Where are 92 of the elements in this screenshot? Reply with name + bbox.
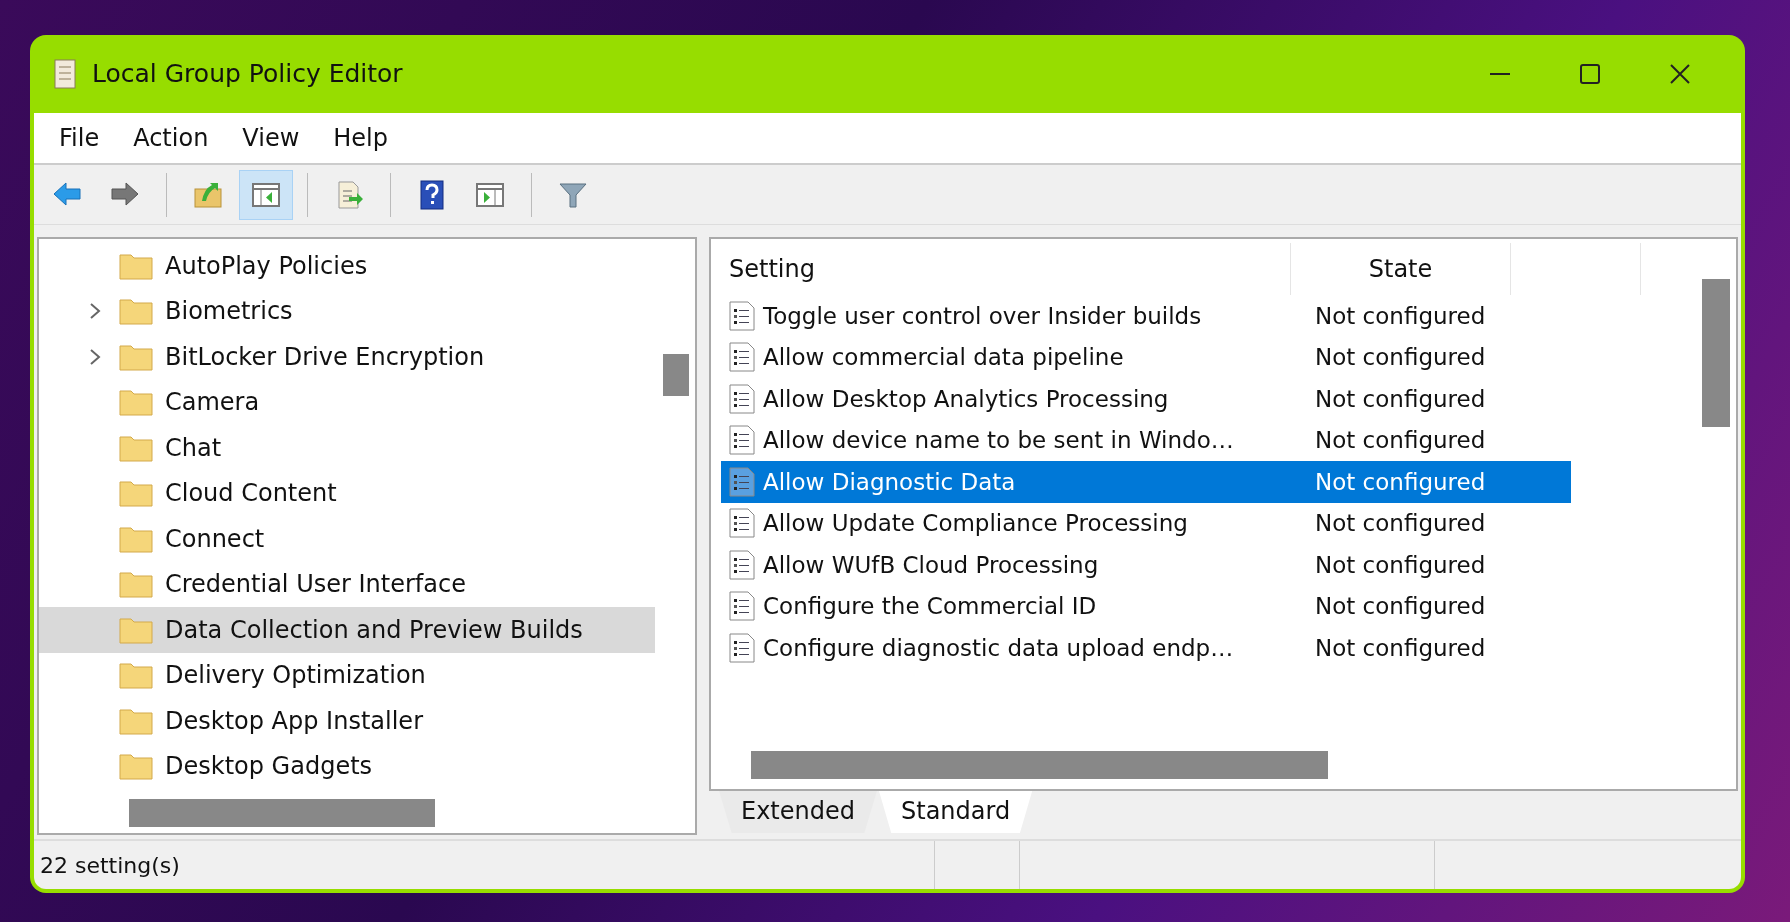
folder-icon [119,479,153,508]
policy-document-icon [729,300,755,331]
menu-item[interactable]: Help [316,120,405,156]
tree-item[interactable]: Camera [39,379,655,425]
folder-icon [119,661,153,690]
setting-state: Not configured [1314,384,1487,414]
menu-item[interactable]: View [225,120,317,156]
table-row[interactable]: Toggle user control over Insider builds Not configured [721,295,1571,337]
folder-icon [119,752,153,781]
setting-name: Allow WUfB Cloud Processing [763,550,1099,580]
table-row[interactable]: Allow device name to be sent in Windo… Not configured [721,419,1571,461]
folder-icon [119,433,153,462]
tree-label: Biometrics [165,296,293,328]
tree-label: Chat [165,432,222,464]
menu-item[interactable]: File [42,120,117,156]
table-row[interactable]: Allow Desktop Analytics Processing Not configured [721,378,1571,420]
setting-name: Allow Diagnostic Data [763,467,1016,497]
folder-icon [119,524,153,553]
scrollbar-thumb[interactable] [751,751,1328,779]
table-row[interactable]: Allow Update Compliance Processing Not configured [721,502,1571,544]
policy-document-icon [729,591,755,622]
setting-state: Not configured [1314,426,1487,455]
tree-item[interactable]: Data Collection and Preview Builds [39,607,655,653]
menu-item[interactable]: Action [116,120,226,156]
folder-icon [119,615,153,644]
tree-label: Cloud Content [165,478,337,510]
folder-icon [119,388,153,417]
tree-item[interactable]: Biometrics [39,288,655,334]
table-row[interactable]: Allow Diagnostic Data Not configured [721,461,1571,503]
policy-document-icon [729,632,755,663]
setting-name: Allow device name to be sent in Windo… [763,426,1234,455]
folder-icon [119,251,153,280]
tree-item[interactable]: Desktop App Installer [39,698,655,744]
tree-label: Data Collection and Preview Builds [165,614,583,646]
window-title: Local Group Policy Editor [92,58,403,91]
tree-label: Connect [165,523,265,555]
setting-state: Not configured [1314,301,1487,331]
setting-name: Allow Desktop Analytics Processing [763,384,1169,414]
policy-document-icon [729,466,755,497]
setting-name: Configure the Commercial ID [763,592,1097,621]
scrollbar-thumb[interactable] [1702,279,1730,427]
policy-document-icon [729,549,755,580]
expand-chevron-icon[interactable] [89,302,101,321]
policy-document-icon [729,508,755,539]
tree-item[interactable]: Cloud Content [39,470,655,516]
close-icon [1670,64,1690,84]
column-header[interactable]: State [1368,251,1433,287]
expand-chevron-icon[interactable] [89,347,101,366]
minimize-icon [1490,73,1510,75]
tree-label: Desktop App Installer [165,705,423,737]
tree-item[interactable]: Delivery Optimization [39,652,655,698]
tab[interactable]: Standard [879,791,1033,833]
maximize-icon [1580,64,1600,84]
table-row[interactable]: Configure diagnostic data upload endp… Not configured [721,627,1571,669]
setting-state: Not configured [1314,343,1487,372]
folder-icon [119,342,153,371]
tree-item[interactable]: Chat [39,425,655,471]
setting-name: Allow Update Compliance Processing [763,509,1188,538]
folder-icon [119,297,153,326]
setting-name: Allow commercial data pipeline [763,343,1124,372]
tree-label: AutoPlay Policies [165,250,368,282]
table-row[interactable]: Configure the Commercial ID Not configured [721,585,1571,627]
policy-document-icon [729,342,755,373]
tree-item[interactable]: BitLocker Drive Encryption [39,334,655,380]
setting-state: Not configured [1314,509,1487,538]
setting-state: Not configured [1314,467,1487,497]
folder-icon [119,706,153,735]
policy-document-icon [729,383,755,414]
tree-item[interactable]: Credential User Interface [39,561,655,607]
tree-label: BitLocker Drive Encryption [165,341,485,373]
tree-item[interactable]: AutoPlay Policies [39,243,655,289]
scrollbar-thumb[interactable] [663,354,689,396]
status-text: 22 setting(s) [40,851,181,880]
table-row[interactable]: Allow WUfB Cloud Processing Not configured [721,544,1571,586]
table-row[interactable]: Allow commercial data pipeline Not configured [721,336,1571,378]
tree-label: Camera [165,387,260,419]
tab[interactable]: Extended [719,791,877,833]
tree-label: Credential User Interface [165,569,466,601]
setting-state: Not configured [1314,550,1487,580]
tree-item[interactable]: Connect [39,516,655,562]
tree-item[interactable]: Desktop Gadgets [39,743,655,789]
setting-name: Configure diagnostic data upload endp… [763,633,1234,663]
setting-state: Not configured [1314,633,1487,663]
console-tree-button[interactable] [239,169,293,220]
tree-label: Delivery Optimization [165,660,426,692]
folder-icon [119,570,153,599]
column-header[interactable]: Setting [729,251,815,287]
tree-label: Desktop Gadgets [165,751,373,783]
setting-name: Toggle user control over Insider builds [763,301,1202,331]
setting-state: Not configured [1314,592,1487,621]
policy-document-icon [729,425,755,456]
scrollbar-thumb[interactable] [129,799,435,827]
